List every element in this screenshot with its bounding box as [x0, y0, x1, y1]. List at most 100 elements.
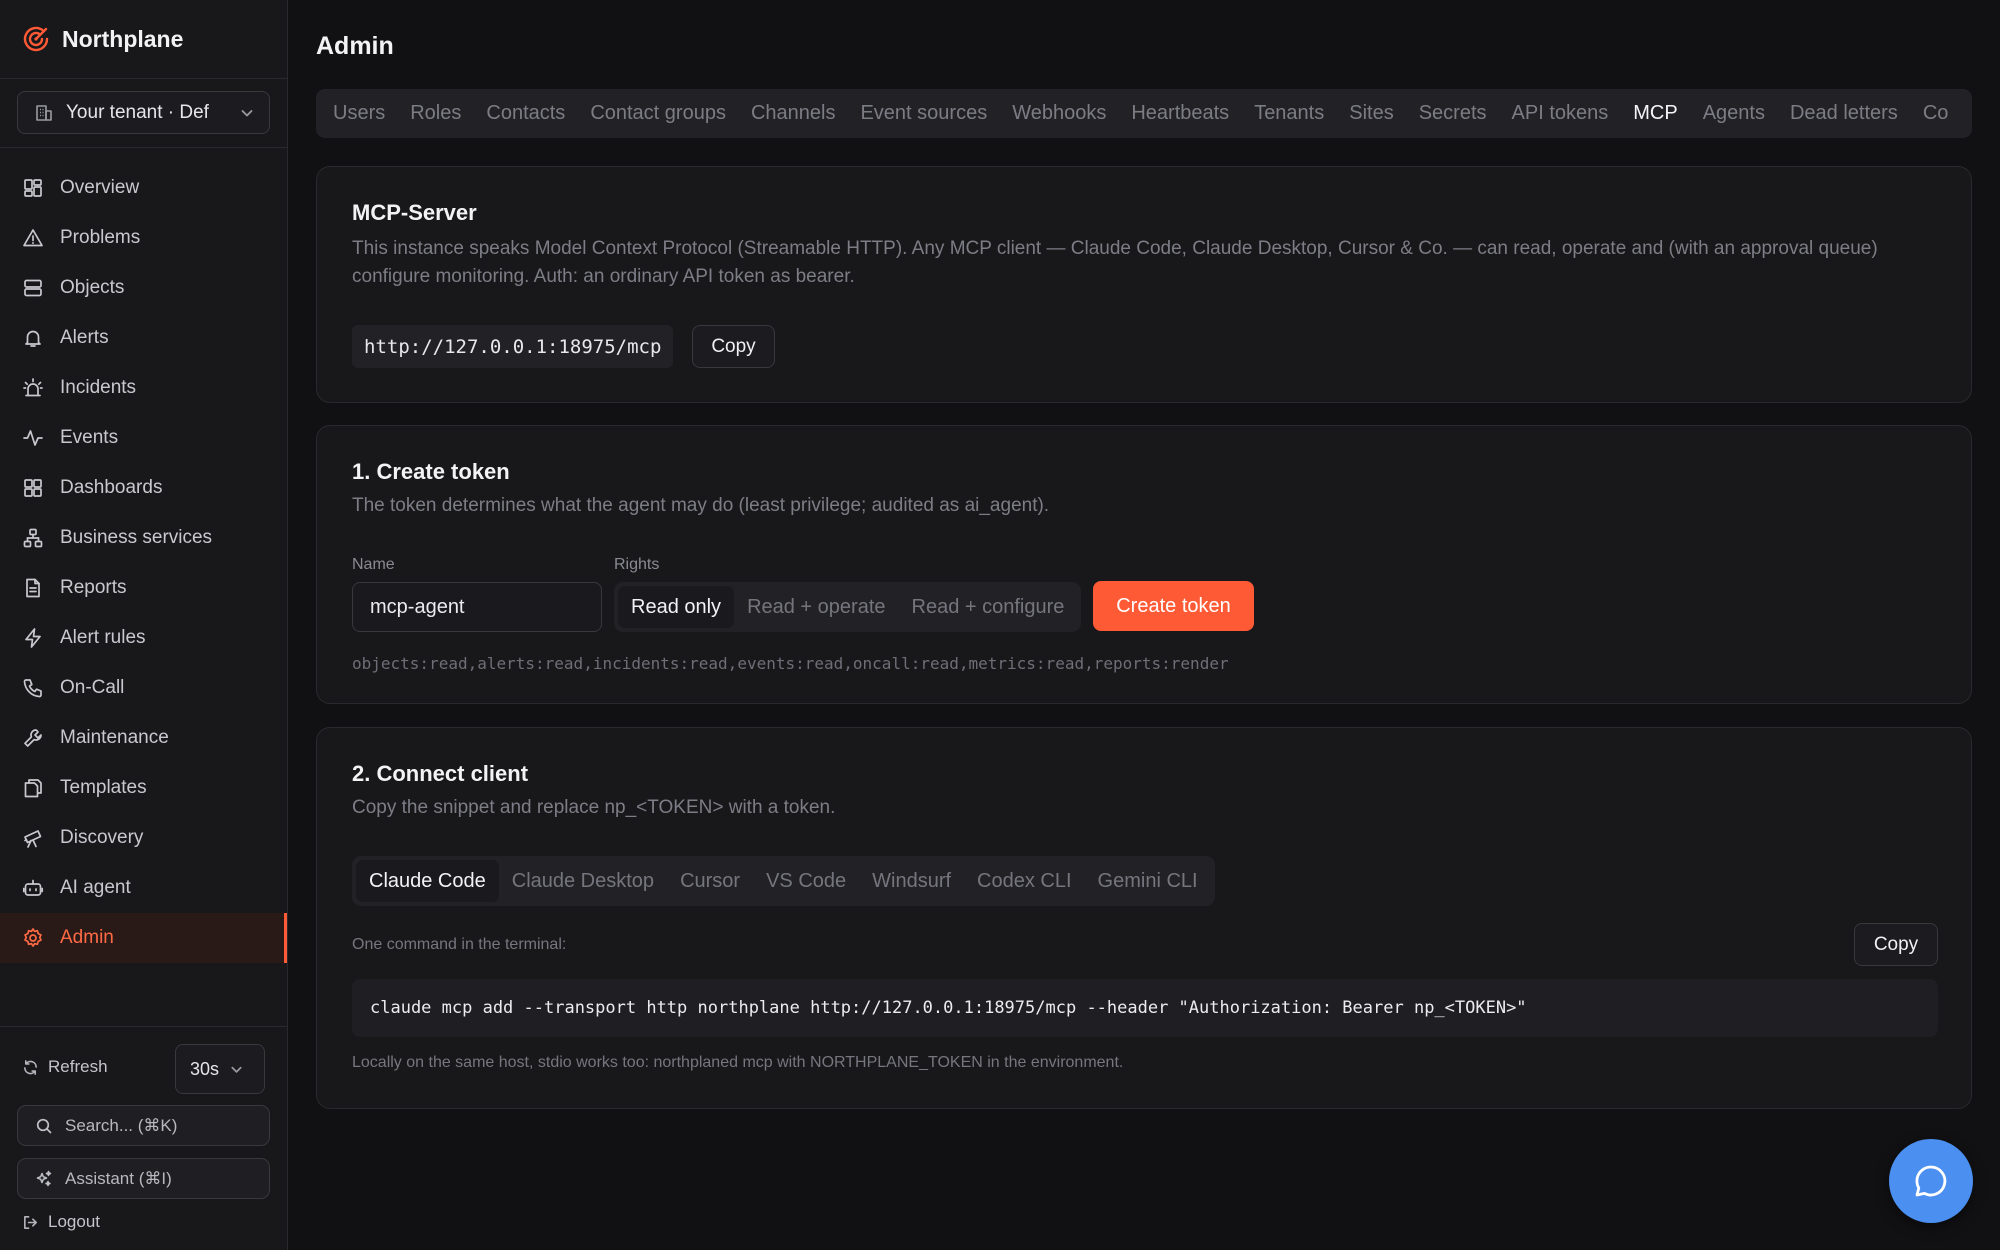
client-tab-claude-desktop[interactable]: Claude Desktop [499, 860, 667, 902]
tab-secrets[interactable]: Secrets [1419, 102, 1487, 125]
client-selector: Claude Code Claude Desktop Cursor VS Cod… [352, 856, 1215, 906]
nav-label: Events [60, 427, 119, 448]
tab-truncated[interactable]: Co [1923, 102, 1949, 125]
tab-sites[interactable]: Sites [1349, 102, 1393, 125]
copy-url-button[interactable]: Copy [692, 325, 775, 368]
client-tab-cursor[interactable]: Cursor [667, 860, 753, 902]
tab-channels[interactable]: Channels [751, 102, 836, 125]
command-snippet: claude mcp add --transport http northpla… [352, 979, 1938, 1037]
tab-roles[interactable]: Roles [410, 102, 461, 125]
nav-item-maintenance[interactable]: Maintenance [0, 713, 287, 763]
nav-item-templates[interactable]: Templates [0, 763, 287, 813]
refresh-button[interactable]: Refresh [22, 1057, 108, 1077]
main-content: Admin Users Roles Contacts Contact group… [316, 0, 1972, 1250]
card-title: 2. Connect client [352, 761, 529, 786]
tab-contacts[interactable]: Contacts [486, 102, 565, 125]
telescope-icon [22, 827, 44, 849]
nav-label: Overview [60, 177, 140, 198]
main-nav: Overview Problems Objects Alerts Inciden… [0, 163, 287, 963]
rights-option-read-configure[interactable]: Read + configure [899, 586, 1078, 628]
stdio-footnote: Locally on the same host, stdio works to… [352, 1054, 1124, 1071]
command-hint: One command in the terminal: [352, 936, 567, 953]
nav-item-reports[interactable]: Reports [0, 563, 287, 613]
rights-option-read-operate[interactable]: Read + operate [734, 586, 898, 628]
tab-contact-groups[interactable]: Contact groups [590, 102, 726, 125]
grid-icon [22, 177, 44, 199]
tab-event-sources[interactable]: Event sources [860, 102, 987, 125]
tab-users[interactable]: Users [333, 102, 385, 125]
client-tab-codex-cli[interactable]: Codex CLI [964, 860, 1085, 902]
nav-item-overview[interactable]: Overview [0, 163, 287, 213]
mcp-url: http://127.0.0.1:18975/mcp [352, 325, 674, 368]
phone-icon [22, 677, 44, 699]
nav-item-alert-rules[interactable]: Alert rules [0, 613, 287, 663]
nav-item-alerts[interactable]: Alerts [0, 313, 287, 363]
assistant-button[interactable]: Assistant (⌘I) [17, 1158, 270, 1199]
nav-label: Incidents [60, 377, 137, 398]
nav-label: AI agent [60, 877, 131, 898]
activity-icon [22, 427, 44, 449]
nav-item-objects[interactable]: Objects [0, 263, 287, 313]
nav-item-events[interactable]: Events [0, 413, 287, 463]
client-tab-claude-code[interactable]: Claude Code [356, 860, 499, 902]
tab-heartbeats[interactable]: Heartbeats [1131, 102, 1229, 125]
nav-item-incidents[interactable]: Incidents [0, 363, 287, 413]
card-title: MCP-Server [352, 200, 477, 225]
card-title: 1. Create token [352, 459, 510, 484]
copy-icon [22, 777, 44, 799]
nav-item-admin[interactable]: Admin [0, 913, 287, 963]
nav-label: Maintenance [60, 727, 169, 748]
create-token-card: 1. Create token The token determines wha… [316, 425, 1972, 704]
nav-label: Objects [60, 277, 125, 298]
tab-tenants[interactable]: Tenants [1254, 102, 1324, 125]
tab-webhooks[interactable]: Webhooks [1012, 102, 1106, 125]
logout-button[interactable]: Logout [22, 1212, 100, 1232]
page-title: Admin [316, 32, 394, 60]
nav-label: Alerts [60, 327, 109, 348]
network-icon [22, 527, 44, 549]
client-tab-vs-code[interactable]: VS Code [753, 860, 859, 902]
nav-item-problems[interactable]: Problems [0, 213, 287, 263]
logo-icon [22, 25, 50, 53]
tab-agents[interactable]: Agents [1703, 102, 1765, 125]
chevron-down-icon [239, 105, 255, 121]
client-tab-windsurf[interactable]: Windsurf [859, 860, 964, 902]
rights-option-read-only[interactable]: Read only [618, 586, 735, 628]
search-button[interactable]: Search... (⌘K) [17, 1105, 270, 1146]
copy-snippet-button[interactable]: Copy [1854, 923, 1938, 966]
tab-mcp[interactable]: MCP [1633, 102, 1677, 125]
client-tab-gemini-cli[interactable]: Gemini CLI [1085, 860, 1211, 902]
bell-icon [22, 327, 44, 349]
nav-item-dashboards[interactable]: Dashboards [0, 463, 287, 513]
chat-fab[interactable] [1889, 1139, 1973, 1223]
brand[interactable]: Northplane [22, 22, 183, 56]
siren-icon [22, 377, 44, 399]
logout-label: Logout [48, 1212, 100, 1231]
tab-dead-letters[interactable]: Dead letters [1790, 102, 1898, 125]
tenant-selector[interactable]: Your tenant · Def [17, 91, 270, 134]
token-name-input[interactable]: mcp-agent [352, 582, 602, 632]
wrench-icon [22, 727, 44, 749]
nav-item-discovery[interactable]: Discovery [0, 813, 287, 863]
chevron-down-icon [229, 1062, 250, 1077]
sparkles-icon [35, 1170, 53, 1188]
tenant-label: Your tenant · Def [66, 101, 209, 123]
divider [0, 78, 287, 79]
sidebar: Northplane Your tenant · Def Overview Pr… [0, 0, 288, 1250]
token-scopes: objects:read,alerts:read,incidents:read,… [352, 654, 1229, 673]
nav-label: Dashboards [60, 477, 163, 498]
server-icon [22, 277, 44, 299]
divider [0, 1026, 287, 1027]
create-token-button[interactable]: Create token [1093, 581, 1254, 631]
chat-icon [1912, 1162, 1950, 1200]
nav-label: Reports [60, 577, 127, 598]
document-icon [22, 577, 44, 599]
nav-label: Templates [60, 777, 147, 798]
nav-item-ai-agent[interactable]: AI agent [0, 863, 287, 913]
nav-item-business-services[interactable]: Business services [0, 513, 287, 563]
card-description: Copy the snippet and replace np_<TOKEN> … [352, 797, 836, 818]
tab-api-tokens[interactable]: API tokens [1512, 102, 1609, 125]
refresh-icon [22, 1059, 39, 1076]
nav-item-on-call[interactable]: On-Call [0, 663, 287, 713]
refresh-interval-select[interactable]: 30s [175, 1044, 265, 1094]
